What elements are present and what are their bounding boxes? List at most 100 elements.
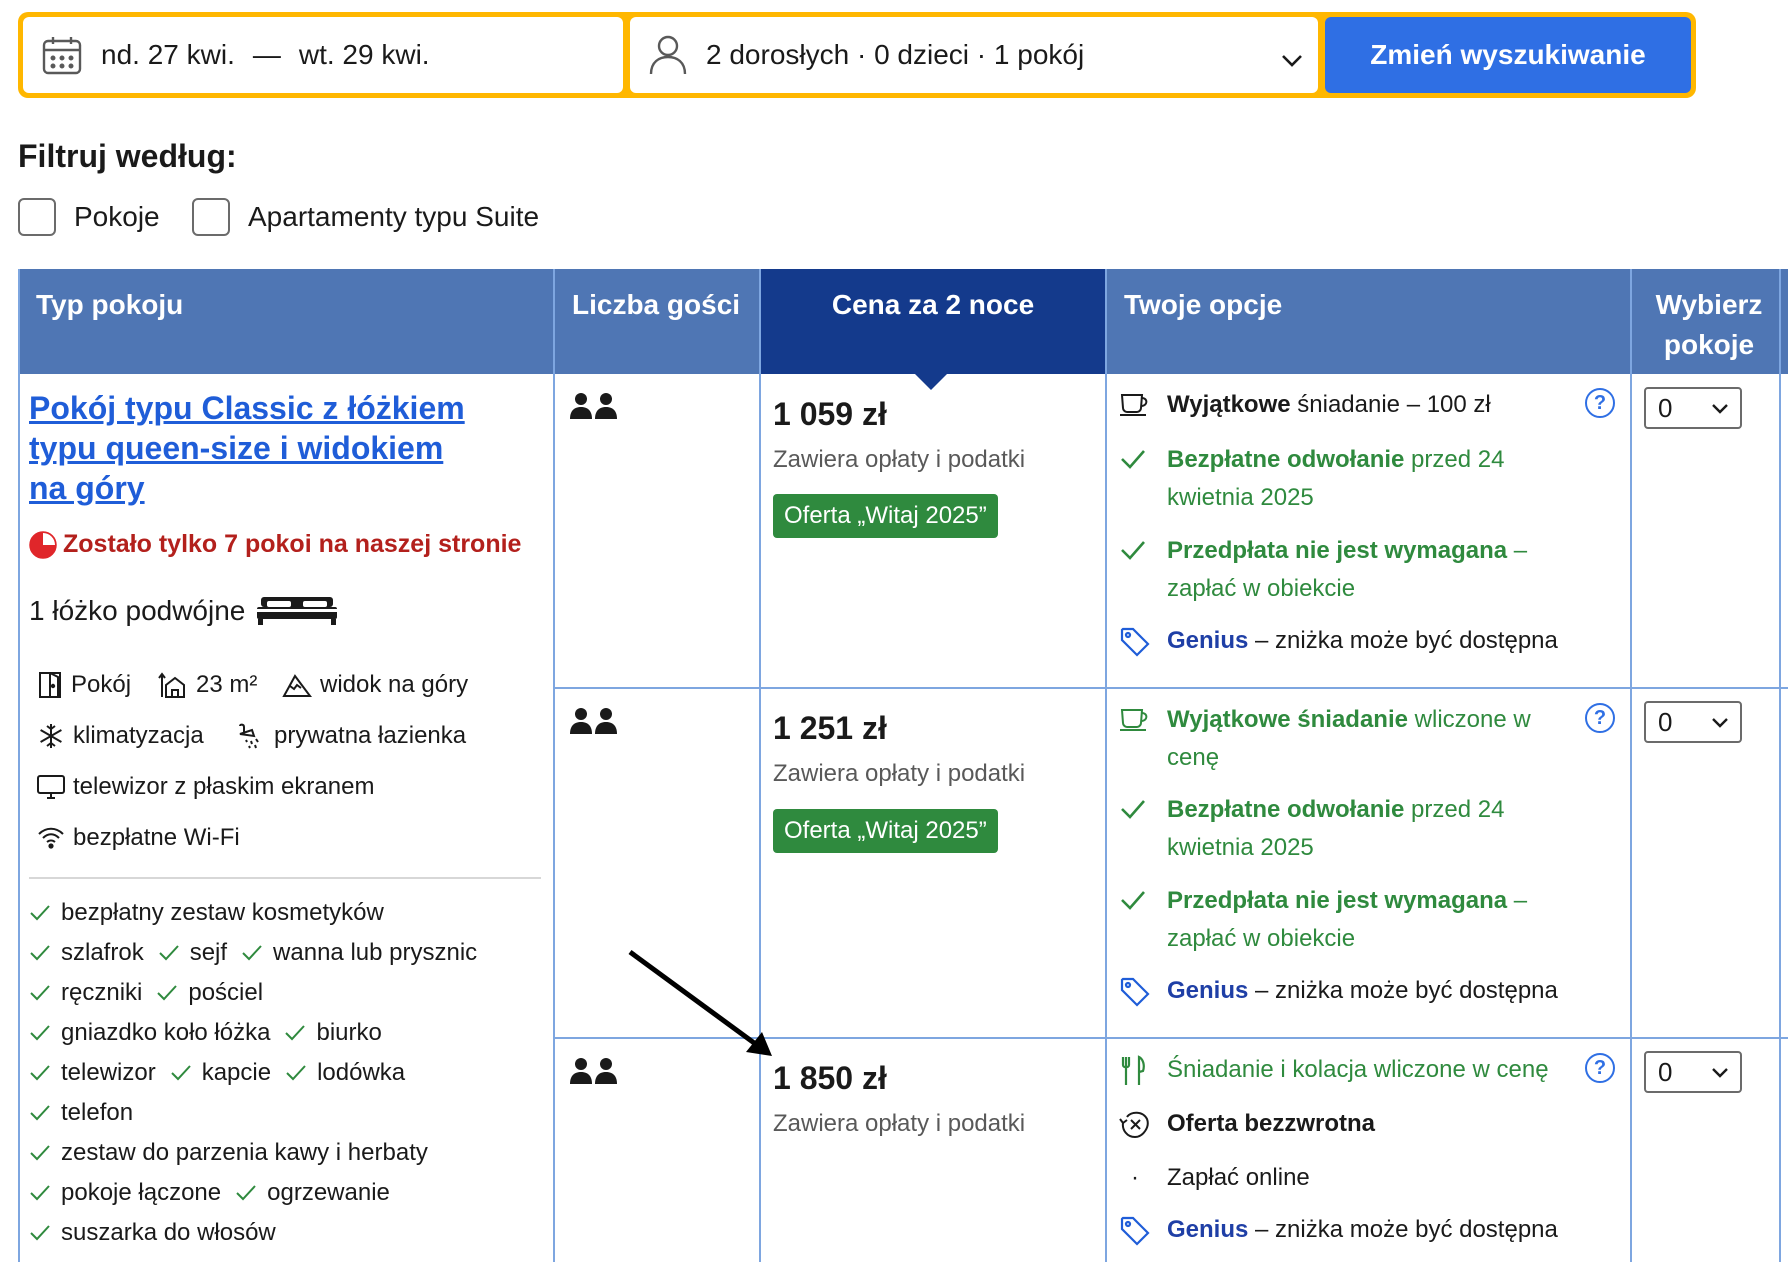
shower-icon [239, 723, 259, 749]
facility-view-label: widok na góry [320, 671, 469, 698]
checkmark-icon [29, 1183, 61, 1203]
amenity-label: bezpłatny zestaw kosmetyków [61, 899, 384, 926]
amenity-item: gniazdko koło łóżka [29, 1019, 270, 1047]
double-bed-icon [255, 595, 339, 627]
amenity-line: szlafrok sejf wanna lub prysznic [29, 939, 491, 967]
offer-1-deal-badge: Oferta „Witaj 2025” [773, 494, 998, 538]
offer-2-room-quantity-select[interactable]: 0 [1644, 701, 1742, 743]
change-search-button[interactable]: Zmień wyszukiwanie [1325, 17, 1691, 93]
occupancy-picker[interactable]: 2 dorosłych · 0 dzieci · 1 pokój [630, 17, 1318, 93]
offer-1-genius: Genius – zniżka może być dostępna [1119, 622, 1559, 660]
offer-3-nonrefundable: Oferta bezzwrotna [1119, 1105, 1559, 1143]
header-price: Cena za 2 noce [760, 269, 1106, 374]
offer-2-genius-rest: – zniżka może być dostępna [1248, 977, 1558, 1004]
amenity-label: lodówka [317, 1059, 406, 1086]
amenity-item: telefon [29, 1099, 133, 1127]
checkmark-icon [1119, 886, 1147, 926]
filter-rooms[interactable]: Pokoje [18, 197, 160, 237]
offer-3-price-note: Zawiera opłaty i podatki [773, 1110, 1026, 1137]
checkmark-icon [29, 1103, 61, 1123]
tv-icon [37, 775, 65, 799]
chevron-down-icon [1280, 45, 1304, 77]
amenity-label: ogrzewanie [267, 1179, 390, 1206]
offer-3-genius: Genius – zniżka może być dostępna [1119, 1211, 1559, 1249]
offer-1-help-icon[interactable]: ? [1585, 388, 1615, 418]
offer-1-quantity-value: 0 [1658, 392, 1673, 423]
amenity-item: lodówka [285, 1059, 405, 1087]
offer-1-breakfast-bold: Wyjątkowe [1167, 391, 1291, 418]
offer-3-meals: Śniadanie i kolacja wliczone w cenę [1119, 1051, 1579, 1089]
checkmark-icon [29, 983, 61, 1003]
two-guests-icon [569, 707, 619, 740]
rooms-checkbox[interactable] [18, 198, 56, 236]
offer-3-room-quantity-select[interactable]: 0 [1644, 1051, 1742, 1093]
no-refund-icon [1119, 1109, 1151, 1151]
wifi-icon [38, 827, 64, 849]
offer-1-free-cancellation: Bezpłatne odwołanie przed 24 kwietnia 202… [1119, 441, 1559, 517]
offer-2-breakfast-line2: cenę [1167, 744, 1220, 771]
offer-1-no-prepay-line2: zapłać w obiekcie [1167, 575, 1356, 602]
chevron-down-icon [1710, 715, 1730, 729]
amenity-item: suszarka do włosów [29, 1219, 276, 1247]
room-name-link[interactable]: Pokój typu Classic z łóżkiem typu queen-… [29, 388, 499, 508]
filter-suites[interactable]: Apartamenty typu Suite [192, 197, 539, 237]
two-guests-icon [569, 1057, 619, 1090]
offer-1-no-prepayment: Przedpłata nie jest wymagana – zapłać w o… [1119, 532, 1559, 608]
amenity-item: bezpłatny zestaw kosmetyków [29, 899, 384, 927]
amenity-label: pościel [188, 979, 264, 1006]
checkmark-icon [170, 1063, 202, 1083]
header-select-line1: Wybierz [1655, 289, 1763, 320]
checkmark-icon [284, 1023, 316, 1043]
price-tag-icon [1119, 1215, 1151, 1259]
offer-2-no-prepay-bold: Przedpłata nie jest wymagana [1167, 887, 1508, 914]
check-in-date: nd. 27 kwi. [101, 39, 235, 70]
offer-2-free-cancel-rest: przed 24 [1404, 796, 1505, 823]
offer-3-bullet: · [1131, 1164, 1139, 1191]
date-picker[interactable]: nd. 27 kwi. — wt. 29 kwi. [23, 17, 623, 93]
facility-tv-label: telewizor z płaskim ekranem [73, 773, 375, 800]
bed-text: 1 łóżko podwójne [29, 595, 246, 626]
amenity-line: telefon [29, 1099, 147, 1127]
amenity-line: gniazdko koło łóżka biurko [29, 1019, 396, 1047]
offer-3-help-icon[interactable]: ? [1585, 1053, 1615, 1083]
amenity-item: wanna lub prysznic [241, 939, 477, 967]
scarcity-notice: Zostało tylko 7 pokoi na naszej stronie [29, 530, 521, 559]
offer-1-free-cancel-line2: kwietnia 2025 [1167, 484, 1314, 511]
checkmark-icon [1119, 795, 1147, 835]
amenity-label: wanna lub prysznic [273, 939, 478, 966]
offer-1-genius-label: Genius [1167, 627, 1249, 654]
checkmark-icon [285, 1063, 317, 1083]
amenity-line: pokoje łączone ogrzewanie [29, 1179, 404, 1207]
offer-1-free-cancel-bold: Bezpłatne odwołanie [1167, 446, 1405, 473]
checkmark-icon [29, 1143, 61, 1163]
offer-2-help-icon[interactable]: ? [1585, 703, 1615, 733]
checkmark-icon [29, 903, 61, 923]
table-divider-4 [1630, 269, 1632, 1262]
amenity-label: szlafrok [61, 939, 144, 966]
offer-1-price-note: Zawiera opłaty i podatki [773, 446, 1026, 473]
amenity-line: ręczniki pościel [29, 979, 277, 1007]
mountain-icon [282, 674, 312, 697]
amenity-item: zestaw do parzenia kawy i herbaty [29, 1139, 428, 1167]
suites-checkbox[interactable] [192, 198, 230, 236]
checkmark-icon [29, 1023, 61, 1043]
amenity-item: pokoje łączone [29, 1179, 221, 1207]
amenities-divider [29, 877, 541, 879]
offer-1-room-quantity-select[interactable]: 0 [1644, 387, 1742, 429]
search-bar: nd. 27 kwi. — wt. 29 kwi. 2 dorosłych · … [18, 12, 1696, 98]
header-room-type: Typ pokoju [36, 289, 184, 320]
offer-2-breakfast-rest: wliczone w [1407, 706, 1531, 733]
offer-3-nonrefundable-text: Oferta bezzwrotna [1167, 1110, 1376, 1137]
amenity-item: szlafrok [29, 939, 144, 967]
pie-clock-icon [29, 530, 57, 559]
amenity-item: ogrzewanie [235, 1179, 390, 1207]
facility-size-label: 23 m² [196, 671, 258, 698]
offer-1-free-cancel-rest: przed 24 [1404, 446, 1505, 473]
facility-view: widok na góry [282, 671, 468, 699]
facility-ac: klimatyzacja [37, 722, 204, 750]
offer-2-breakfast: Wyjątkowe śniadanie wliczone w cenę [1119, 701, 1559, 777]
table-header: Typ pokoju Liczba gości Cena za 2 noce T… [18, 269, 1788, 374]
table-divider-1 [553, 269, 555, 1262]
facility-ac-label: klimatyzacja [73, 722, 204, 749]
amenity-label: sejf [189, 939, 228, 966]
